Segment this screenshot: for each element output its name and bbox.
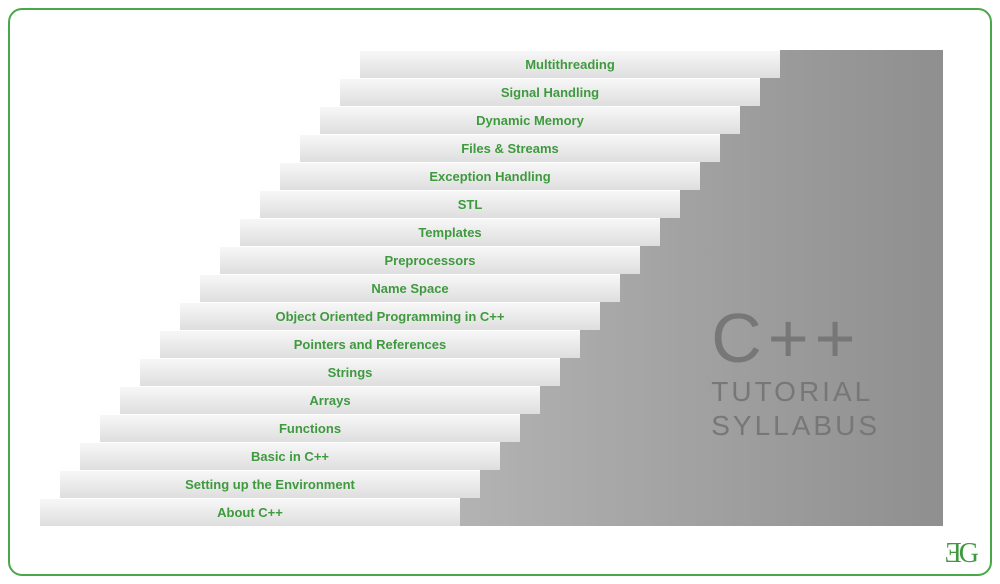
geeksforgeeks-logo: ƎG: [945, 538, 976, 570]
step-label: STL: [458, 197, 483, 212]
step-label: Multithreading: [525, 57, 615, 72]
step-13: Files & Streams: [300, 134, 720, 162]
step-4: Arrays: [120, 386, 540, 414]
title-line1: TUTORIAL: [711, 377, 880, 406]
title-block: C++ TUTORIAL SYLLABUS: [711, 303, 880, 440]
step-label: About C++: [217, 505, 283, 520]
step-2: Basic in C++: [80, 442, 500, 470]
step-6: Pointers and References: [160, 330, 580, 358]
step-label: Dynamic Memory: [476, 113, 584, 128]
step-10: Templates: [240, 218, 660, 246]
step-14: Dynamic Memory: [320, 106, 740, 134]
step-label: Arrays: [309, 393, 350, 408]
step-label: Signal Handling: [501, 85, 599, 100]
step-label: Name Space: [371, 281, 448, 296]
step-label: Pointers and References: [294, 337, 446, 352]
step-9: Preprocessors: [220, 246, 640, 274]
step-0: About C++: [40, 498, 460, 526]
step-1: Setting up the Environment: [60, 470, 480, 498]
title-big: C++: [711, 303, 880, 373]
step-5: Strings: [140, 358, 560, 386]
step-12: Exception Handling: [280, 162, 700, 190]
title-line2: SYLLABUS: [711, 411, 880, 440]
step-label: Templates: [418, 225, 481, 240]
step-label: Strings: [328, 365, 373, 380]
step-15: Signal Handling: [340, 78, 760, 106]
step-11: STL: [260, 190, 680, 218]
step-7: Object Oriented Programming in C++: [180, 302, 600, 330]
step-label: Exception Handling: [429, 169, 550, 184]
step-16: Multithreading: [360, 50, 780, 78]
step-label: Object Oriented Programming in C++: [276, 309, 505, 324]
step-label: Files & Streams: [461, 141, 559, 156]
step-label: Setting up the Environment: [185, 477, 355, 492]
step-label: Preprocessors: [384, 253, 475, 268]
step-label: Basic in C++: [251, 449, 329, 464]
step-3: Functions: [100, 414, 520, 442]
step-8: Name Space: [200, 274, 620, 302]
diagram-stage: About C++ Setting up the Environment Bas…: [40, 30, 960, 550]
step-label: Functions: [279, 421, 341, 436]
